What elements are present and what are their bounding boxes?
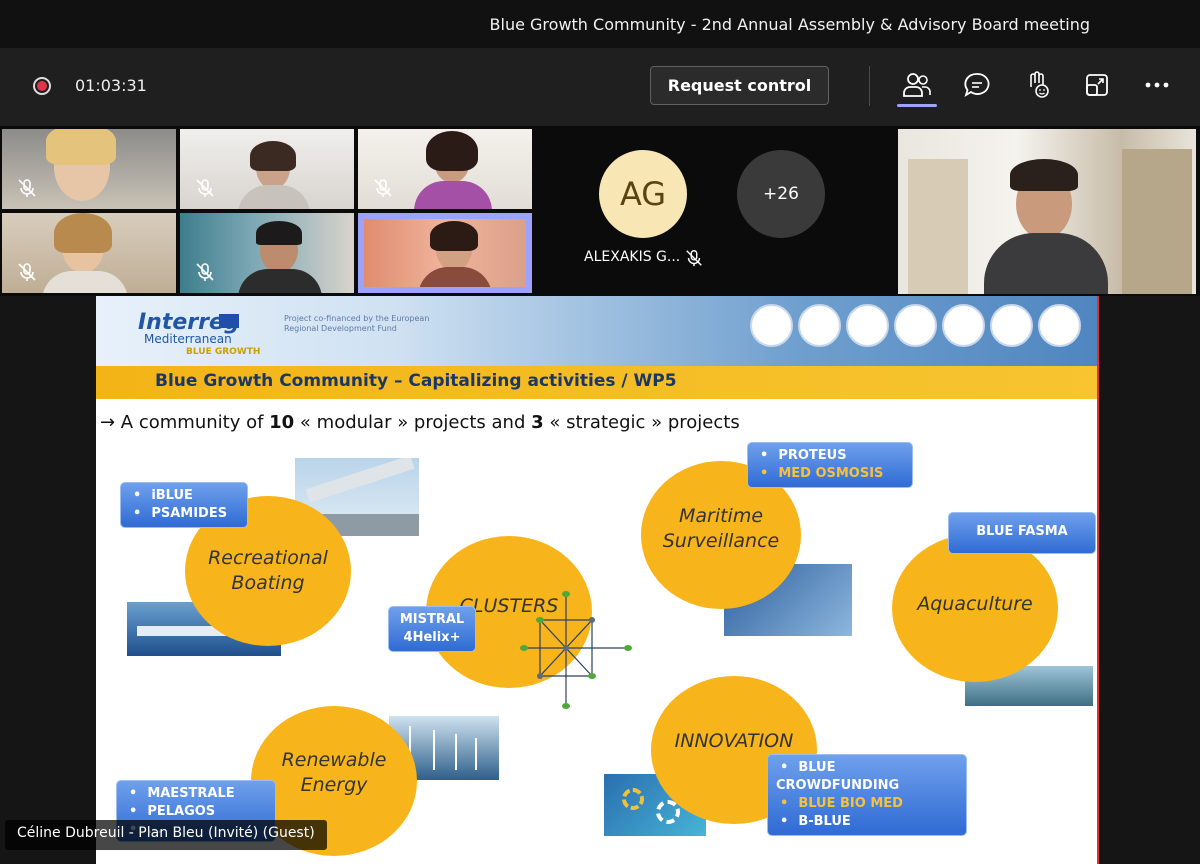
presenter-video-tile[interactable] (898, 129, 1196, 294)
raise-hand-icon[interactable] (1022, 70, 1052, 100)
partner-logo-icon (894, 304, 937, 347)
maritime-projects-badge: PROTEUSMED OSMOSIS (747, 442, 913, 488)
partner-logo-icon (798, 304, 841, 347)
more-options-icon[interactable] (1142, 70, 1172, 100)
partner-logo-icon (990, 304, 1033, 347)
recording-icon (33, 77, 51, 95)
partner-logo-icon (942, 304, 985, 347)
more-participants-button[interactable]: +26 (737, 150, 825, 238)
meeting-timer: 01:03:31 (75, 76, 147, 95)
slide-title-bar: Blue Growth Community – Capitalizing act… (96, 366, 1097, 399)
cluster-network-icon (520, 591, 632, 709)
people-icon[interactable] (902, 70, 932, 100)
participant-avatar[interactable]: AG (599, 150, 687, 238)
recreational-boating-label: Recreational Boating (208, 547, 328, 594)
request-control-button[interactable]: Request control (650, 66, 829, 105)
partner-logo-icon (846, 304, 889, 347)
clusters-projects-badge: MISTRAL 4Helix+ (388, 606, 476, 652)
chat-icon[interactable] (962, 70, 992, 100)
participant-video-tile[interactable] (180, 129, 354, 209)
participant-video-tile[interactable] (358, 129, 532, 209)
muted-mic-icon (374, 179, 392, 197)
renewable-energy-label: Renewable Energy (281, 749, 387, 796)
aquaculture-label: Aquaculture (917, 593, 1033, 615)
meeting-toolbar (0, 48, 1200, 126)
muted-mic-icon (196, 263, 214, 281)
meeting-title: Blue Growth Community - 2nd Annual Assem… (489, 14, 1090, 34)
teams-meeting-window: Blue Growth Community - 2nd Annual Assem… (0, 0, 1200, 864)
recreational-projects-badge: iBLUEPSAMIDES (120, 482, 248, 528)
active-speaker-video-tile[interactable] (358, 213, 532, 293)
mediterranean-logo: Mediterranean (144, 332, 232, 346)
toolbar-divider (869, 66, 870, 106)
slide-subtitle: → A community of 10 « modular » projects… (100, 412, 740, 433)
shared-slide: Interreg Mediterranean BLUE GROWTH Proje… (96, 296, 1099, 864)
presenter-name-tag: Céline Dubreuil - Plan Bleu (Invité) (Gu… (5, 820, 327, 850)
cofinance-text: Project co-financed by the European Regi… (284, 314, 430, 333)
blue-growth-logo: BLUE GROWTH (186, 347, 261, 357)
participant-video-tile[interactable] (2, 213, 176, 293)
share-screen-icon[interactable] (1082, 70, 1112, 100)
people-active-indicator (897, 104, 937, 107)
maritime-surveillance-label: Maritime Surveillance (662, 505, 780, 552)
eu-flag-icon (219, 314, 239, 328)
participant-video-tile[interactable] (180, 213, 354, 293)
participant-name: ALEXAKIS G... (584, 249, 681, 265)
muted-mic-icon (18, 179, 36, 197)
partner-logo-icon (750, 304, 793, 347)
slide-title: Blue Growth Community – Capitalizing act… (155, 371, 677, 391)
muted-mic-icon (196, 179, 214, 197)
innovation-label: INNOVATION (674, 730, 794, 752)
innovation-projects-badge: BLUE CROWDFUNDINGBLUE BIO MEDB-BLUE (767, 754, 967, 836)
muted-mic-icon (686, 250, 702, 267)
partner-logo-icon (1038, 304, 1081, 347)
participant-video-tile[interactable] (2, 129, 176, 209)
title-bar: Blue Growth Community - 2nd Annual Assem… (0, 0, 1200, 48)
muted-mic-icon (18, 263, 36, 281)
aquaculture-project-badge: BLUE FASMA (948, 512, 1096, 554)
